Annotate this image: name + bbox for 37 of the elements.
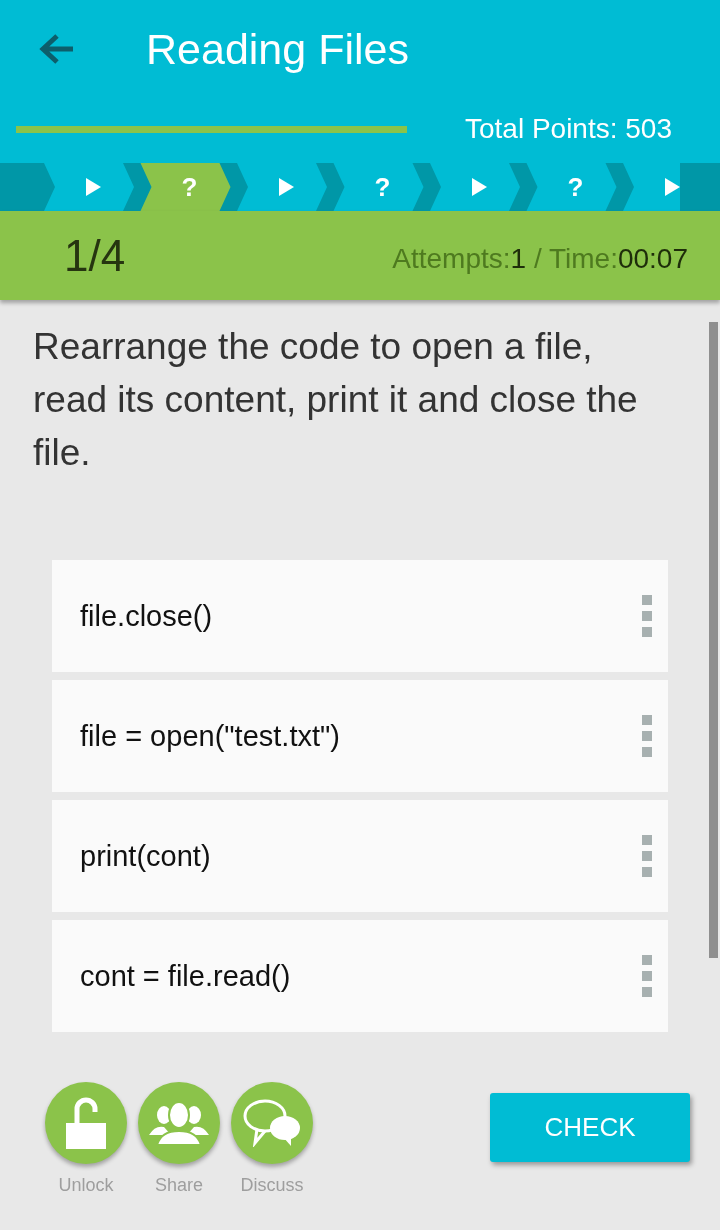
- question-text: Rearrange the code to open a file, read its content, print it and close the file.: [33, 325, 639, 475]
- step-label: ?: [181, 172, 198, 202]
- code-line: file.close(): [80, 599, 213, 633]
- share-button[interactable]: [138, 1082, 220, 1164]
- unlock-button[interactable]: [45, 1082, 127, 1164]
- step-label: ?: [567, 172, 584, 202]
- play-icon: [86, 178, 101, 196]
- attempts-time-text: Attempts:1 / Time:00:07: [392, 242, 688, 275]
- question-counter: 1/4: [64, 230, 126, 281]
- drag-handle-icon[interactable]: [642, 835, 652, 877]
- discuss-button[interactable]: [231, 1082, 313, 1164]
- total-points: Total Points: 503: [464, 112, 672, 145]
- scrollbar[interactable]: [709, 322, 718, 958]
- code-line: file = open("test.txt"): [80, 719, 340, 753]
- code-card[interactable]: print(cont): [52, 800, 668, 912]
- code-card[interactable]: file = open("test.txt"): [52, 680, 668, 792]
- action-label: Unlock: [58, 1175, 114, 1196]
- play-icon: [665, 178, 680, 196]
- drag-handle-icon[interactable]: [642, 955, 652, 997]
- drag-handle-icon[interactable]: [642, 715, 652, 757]
- code-card[interactable]: file.close(): [52, 560, 668, 672]
- step-tab[interactable]: [430, 163, 520, 211]
- code-line: cont = file.read(): [80, 959, 291, 993]
- step-label: ?: [374, 172, 391, 202]
- drag-handle-icon[interactable]: [642, 595, 652, 637]
- step-tab[interactable]: [44, 163, 134, 211]
- screen-title: Reading Files: [146, 24, 409, 74]
- action-label: Discuss: [240, 1175, 304, 1196]
- code-card[interactable]: cont = file.read(): [52, 920, 668, 1032]
- unlock-icon: [65, 1097, 107, 1149]
- play-icon: [472, 178, 487, 196]
- play-icon: [279, 178, 294, 196]
- speech-bubbles-icon: [243, 1099, 301, 1147]
- people-icon: [149, 1101, 209, 1145]
- step-tab[interactable]: [237, 163, 327, 211]
- action-label: Share: [154, 1175, 203, 1196]
- code-line: print(cont): [80, 839, 211, 873]
